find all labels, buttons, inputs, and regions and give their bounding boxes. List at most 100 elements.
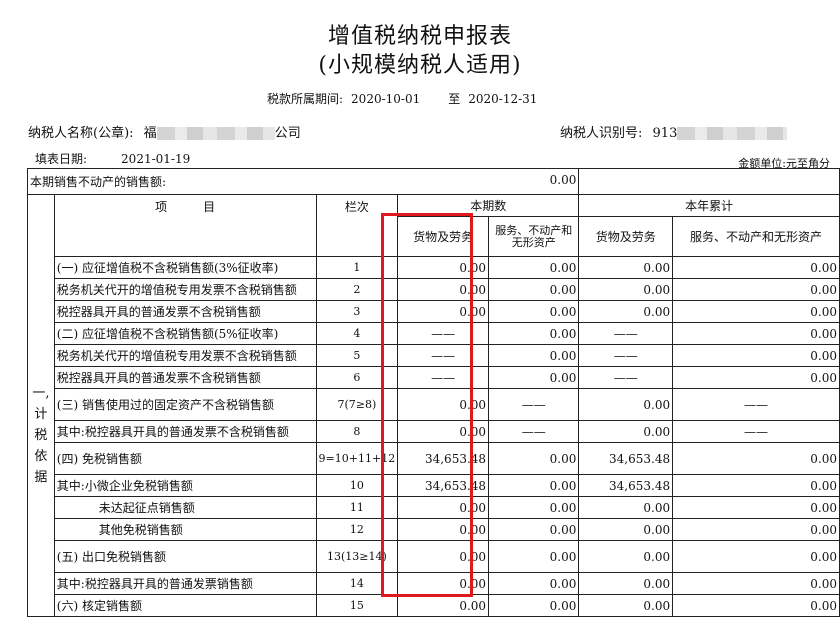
taxpayer-name-end: 公司 bbox=[274, 126, 301, 141]
tax-period: 税款所属期间: 2020-10-01 至 2020-12-31 bbox=[267, 90, 545, 107]
services-ytd-cell: 0.00 bbox=[672, 474, 840, 497]
item-cell: (五) 出口免税销售额 bbox=[53, 540, 317, 573]
redacted-name-block bbox=[156, 127, 275, 140]
form-subtitle: (小规模纳税人适用) bbox=[318, 53, 522, 78]
services-ytd-cell: 0.00 bbox=[672, 496, 840, 519]
fill-date-value: 2021-01-19 bbox=[121, 152, 191, 166]
col-ytd-header: 本年累计 bbox=[578, 194, 840, 217]
services-cell: 0.00 bbox=[488, 572, 580, 595]
item-cell: (四) 免税销售额 bbox=[53, 442, 317, 475]
goods-ytd-cell: —— bbox=[578, 366, 674, 389]
services-ytd-cell: 0.00 bbox=[672, 366, 840, 389]
services-cell: 0.00 bbox=[488, 322, 580, 345]
services-cell: 0.00 bbox=[488, 256, 580, 279]
col-services-header: 服务、不动产和无形资产 bbox=[488, 216, 580, 257]
services-ytd-cell: 0.00 bbox=[672, 540, 840, 573]
item-cell: (一) 应征增值税不含税销售额(3%征收率) bbox=[53, 256, 317, 279]
table-row: (六) 核定销售额 15 0.00 0.00 0.00 0.00 bbox=[28, 594, 840, 617]
services-cell: 0.00 bbox=[488, 278, 580, 301]
taxpayer-name-start: 福 bbox=[143, 126, 157, 141]
fill-date-label: 填表日期: bbox=[35, 152, 88, 166]
services-ytd-cell: 0.00 bbox=[672, 442, 840, 475]
taxpayer-name-label: 纳税人名称(公章): bbox=[28, 126, 134, 141]
services-ytd-cell: 0.00 bbox=[672, 518, 840, 541]
services-ytd-cell: 0.00 bbox=[672, 300, 840, 323]
side-label-char: 税 bbox=[34, 428, 48, 443]
services-ytd-cell: 0.00 bbox=[672, 322, 840, 345]
services-cell: 0.00 bbox=[488, 300, 580, 323]
goods-cell: 0.00 bbox=[397, 594, 490, 617]
col-item-header: 项 目 bbox=[53, 194, 317, 257]
goods-ytd-cell: 0.00 bbox=[578, 518, 674, 541]
taxpayer-id: 纳税人识别号: 913 bbox=[560, 122, 788, 141]
item-cell: 税控器具开具的普通发票不含税销售额 bbox=[53, 366, 317, 389]
col-goods-ytd-header: 货物及劳务 bbox=[578, 216, 674, 257]
services-cell: 0.00 bbox=[488, 366, 580, 389]
fill-date: 填表日期: 2021-01-19 bbox=[35, 150, 190, 167]
item-cell: (三) 销售使用过的固定资产不含税销售额 bbox=[53, 388, 317, 421]
goods-ytd-cell: —— bbox=[578, 322, 674, 345]
item-cell: 其中:税控器具开具的普通发票销售额 bbox=[53, 572, 317, 595]
services-cell: 0.00 bbox=[488, 496, 580, 519]
item-cell: 其中:小微企业免税销售额 bbox=[53, 474, 317, 497]
side-label-char: 计 bbox=[34, 407, 48, 422]
services-ytd-cell: 0.00 bbox=[672, 572, 840, 595]
services-ytd-cell: 0.00 bbox=[672, 278, 840, 301]
services-cell: 0.00 bbox=[488, 344, 580, 367]
taxpayer-id-prefix: 913 bbox=[652, 126, 678, 141]
realestate-blank bbox=[578, 168, 840, 195]
services-cell: —— bbox=[488, 420, 580, 443]
services-cell: 0.00 bbox=[488, 540, 580, 573]
item-cell: 税务机关代开的增值税专用发票不含税销售额 bbox=[53, 344, 317, 367]
item-cell: (六) 核定销售额 bbox=[53, 594, 317, 617]
side-label: 一, 计税依据 bbox=[30, 383, 52, 488]
side-label-char: 据 bbox=[34, 470, 48, 485]
services-ytd-cell: 0.00 bbox=[672, 256, 840, 279]
realestate-label: 本期销售不动产的销售额: bbox=[30, 175, 167, 189]
goods-ytd-cell: 34,653.48 bbox=[578, 474, 674, 497]
services-ytd-cell: —— bbox=[672, 388, 840, 421]
goods-ytd-cell: 0.00 bbox=[578, 388, 674, 421]
side-label-cell: 一, 计税依据 bbox=[27, 194, 55, 617]
services-cell: 0.00 bbox=[488, 474, 580, 497]
services-ytd-cell: 0.00 bbox=[672, 594, 840, 617]
goods-ytd-cell: —— bbox=[578, 344, 674, 367]
redacted-id-block bbox=[677, 127, 788, 140]
realestate-value: 0.00 bbox=[549, 173, 577, 187]
services-cell: 0.00 bbox=[488, 518, 580, 541]
item-cell: 未达起征点销售额 bbox=[53, 496, 317, 519]
col-services-ytd-header: 服务、不动产和无形资产 bbox=[672, 216, 840, 257]
services-cell: 0.00 bbox=[488, 442, 580, 475]
item-cell: (二) 应征增值税不含税销售额(5%征收率) bbox=[53, 322, 317, 345]
goods-ytd-cell: 0.00 bbox=[578, 420, 674, 443]
services-ytd-cell: —— bbox=[672, 420, 840, 443]
goods-ytd-cell: 0.00 bbox=[578, 496, 674, 519]
realestate-cell: 本期销售不动产的销售额: 0.00 bbox=[26, 168, 580, 195]
goods-ytd-cell: 0.00 bbox=[578, 300, 674, 323]
tax-period-to: 至 bbox=[448, 92, 461, 106]
tax-period-start: 2020-10-01 bbox=[351, 92, 421, 106]
side-label-char: 一, bbox=[32, 386, 50, 401]
taxpayer-name: 纳税人名称(公章): 福 公司 bbox=[28, 122, 301, 141]
goods-ytd-cell: 0.00 bbox=[578, 278, 674, 301]
goods-ytd-cell: 0.00 bbox=[578, 572, 674, 595]
goods-ytd-cell: 0.00 bbox=[578, 256, 674, 279]
services-cell: —— bbox=[488, 388, 580, 421]
item-cell: 其中:税控器具开具的普通发票不含税销售额 bbox=[53, 420, 317, 443]
services-cell: 0.00 bbox=[488, 594, 580, 617]
goods-ytd-cell: 0.00 bbox=[578, 594, 674, 617]
realestate-row: 本期销售不动产的销售额: 0.00 bbox=[26, 168, 840, 195]
goods-ytd-cell: 34,653.48 bbox=[578, 442, 674, 475]
side-label-char: 依 bbox=[34, 449, 48, 464]
taxpayer-id-label: 纳税人识别号: bbox=[560, 126, 643, 141]
tax-period-end: 2020-12-31 bbox=[468, 92, 538, 106]
tax-period-label: 税款所属期间: bbox=[267, 92, 344, 106]
form-title: 增值税纳税申报表 bbox=[327, 24, 512, 49]
item-cell: 其他免税销售额 bbox=[53, 518, 317, 541]
item-cell: 税控器具开具的普通发票不含税销售额 bbox=[53, 300, 317, 323]
services-ytd-cell: 0.00 bbox=[672, 344, 840, 367]
goods-ytd-cell: 0.00 bbox=[578, 540, 674, 573]
line-cell: 15 bbox=[315, 594, 399, 617]
highlight-box bbox=[381, 213, 473, 597]
item-cell: 税务机关代开的增值税专用发票不含税销售额 bbox=[53, 278, 317, 301]
